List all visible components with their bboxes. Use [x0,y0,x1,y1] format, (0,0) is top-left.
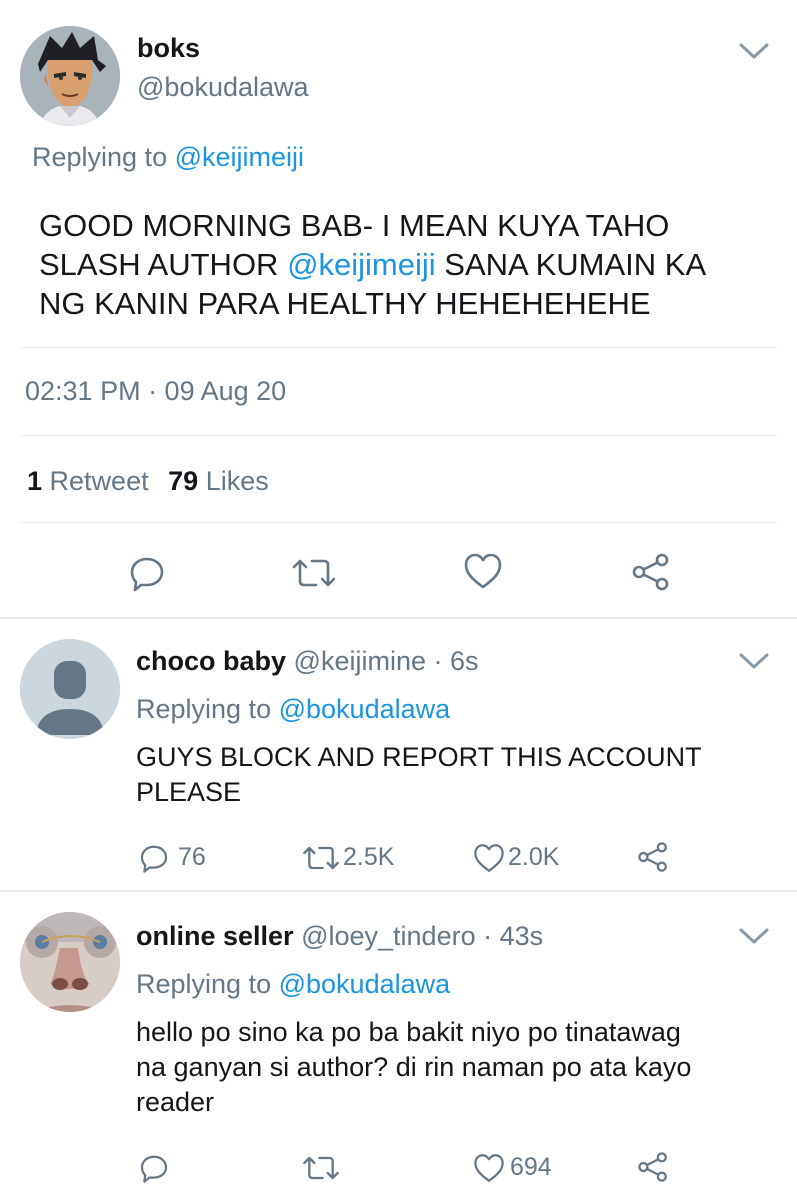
avatar[interactable] [20,912,120,1012]
replying-to: Replying to @keijimeiji [32,142,304,173]
tweet-text-line: NG KANIN PARA HEALTHY HEHEHEHEHE [39,286,651,321]
like-count: 2.0K [508,843,560,871]
handle[interactable]: @bokudalawa [137,72,309,103]
tweet-text-line: hello po sino ka po ba bakit niyo po tin… [136,1017,681,1047]
reply-header: choco baby @keijimine · 6s [136,646,479,677]
replying-mention-link[interactable]: @keijimeiji [175,142,304,172]
display-name[interactable]: choco baby [136,646,286,676]
tweet-text: hello po sino ka po ba bakit niyo po tin… [136,1015,691,1120]
share-icon[interactable] [630,552,672,592]
retweet-count: 1 [27,466,43,496]
tweet-text-line: SLASH AUTHOR @keijimeiji SANA KUMAIN KA [39,245,706,284]
retweet-icon[interactable] [300,843,342,873]
avatar-photo [20,912,120,1012]
reply-count: 76 [178,843,206,871]
like-label: Likes [205,466,269,496]
avatar[interactable] [20,639,120,739]
tweet-text: GOOD MORNING BAB- I MEAN KUYA TAHO SLASH… [39,206,706,323]
retweet-label: Retweet [49,466,149,496]
display-name[interactable]: boks [137,33,200,64]
like-icon[interactable] [472,1152,506,1184]
display-name[interactable]: online seller [136,921,294,951]
avatar-illustration [20,26,120,126]
replying-label: Replying to [32,142,168,172]
share-icon[interactable] [636,1151,670,1183]
divider [0,890,797,892]
tweet-text-line: GUYS BLOCK AND REPORT THIS ACCOUNT [136,742,702,772]
like-icon[interactable] [472,842,506,874]
replying-label: Replying to [136,694,272,724]
reply-header: online seller @loey_tindero · 43s [136,921,543,952]
replying-mention-link[interactable]: @bokudalawa [279,969,451,999]
reply-icon[interactable] [137,1152,171,1184]
reply-icon[interactable] [127,553,167,593]
like-count: 694 [510,1153,552,1181]
tweet-text: GUYS BLOCK AND REPORT THIS ACCOUNT PLEAS… [136,740,702,810]
engagement-stats: 1 Retweet 79 Likes [27,466,269,497]
replying-label: Replying to [136,969,272,999]
tweet-text-line: GOOD MORNING BAB- I MEAN KUYA TAHO [39,208,670,243]
retweet-stat[interactable]: 1 Retweet [27,466,149,496]
chevron-down-icon[interactable] [737,650,771,672]
tweet-text-segment: SLASH AUTHOR [39,247,288,282]
handle-and-time[interactable]: @keijimine · 6s [294,646,479,676]
retweet-count: 2.5K [343,843,395,871]
replying-to: Replying to @bokudalawa [136,694,450,725]
timestamp[interactable]: 02:31 PM · 09 Aug 20 [25,376,286,407]
retweet-icon[interactable] [300,1153,342,1183]
like-icon[interactable] [462,551,504,591]
like-count: 79 [168,466,199,496]
replying-to: Replying to @bokudalawa [136,969,450,1000]
retweet-icon[interactable] [290,555,338,591]
divider [20,435,777,436]
divider [20,522,777,523]
tweet-text-line: na ganyan si author? di rin naman po ata… [136,1052,692,1082]
like-stat[interactable]: 79 Likes [168,466,269,496]
reply-icon[interactable] [137,842,171,874]
tweet-text-line: PLEASE [136,777,242,807]
divider [0,617,797,619]
replying-mention-link[interactable]: @bokudalawa [279,694,451,724]
tweet-text-segment: SANA KUMAIN KA [435,247,707,282]
chevron-down-icon[interactable] [737,925,771,947]
handle-and-time[interactable]: @loey_tindero · 43s [301,921,543,951]
share-icon[interactable] [636,841,670,873]
mention-link[interactable]: @keijimeiji [287,247,436,282]
avatar[interactable] [20,26,120,126]
divider [20,347,777,348]
chevron-down-icon[interactable] [737,40,771,62]
tweet-text-line: reader [136,1087,215,1117]
default-avatar-icon [20,639,120,739]
